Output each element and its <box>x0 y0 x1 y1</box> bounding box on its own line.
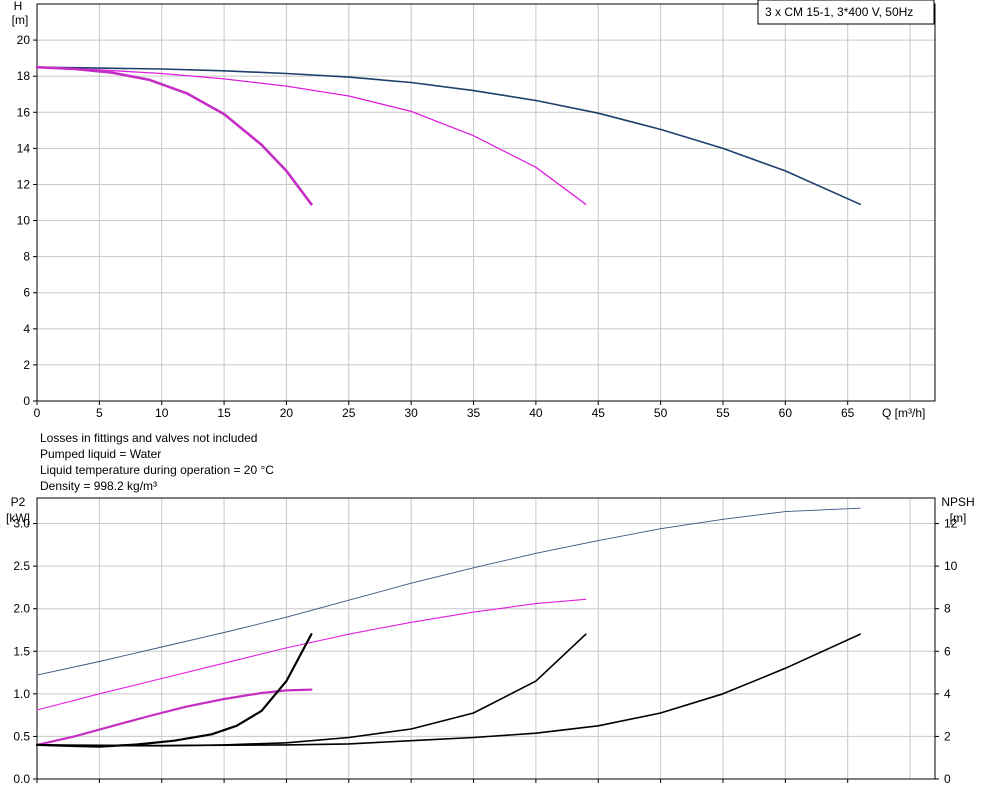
y2-tick-label: 2 <box>944 729 951 743</box>
y-tick-label: 2.5 <box>13 559 30 573</box>
y2-tick-label: 8 <box>944 602 951 616</box>
y-tick-label: 1.5 <box>13 644 30 658</box>
legend-text: 3 x CM 15-1, 3*400 V, 50Hz <box>765 5 913 19</box>
y-tick-label: 4 <box>23 322 30 336</box>
x-tick-label: 0 <box>34 406 41 420</box>
y-axis-unit: [m] <box>12 13 29 27</box>
x-axis-label: Q [m³/h] <box>882 406 925 420</box>
x-tick-label: 55 <box>716 406 730 420</box>
y-tick-label: 20 <box>17 33 31 47</box>
y2-tick-label: 10 <box>944 559 958 573</box>
info-note-1: Losses in fittings and valves not includ… <box>40 431 257 445</box>
y2-axis-label: NPSH <box>941 495 974 509</box>
y2-tick-label: 0 <box>944 772 951 786</box>
y2-axis-unit: [m] <box>950 511 967 525</box>
pump-performance-chart: 0 5 10 15 20 25 30 35 40 45 50 55 60 65 0 2 4 6 8 10 12 14 16 1… <box>0 0 983 801</box>
x-tick-label: 40 <box>529 406 543 420</box>
top-plot-frame <box>36 3 936 402</box>
x-tick-label: 25 <box>342 406 356 420</box>
x-tick-label: 45 <box>592 406 606 420</box>
head-curve-2 <box>36 66 587 205</box>
x-tick-label: 10 <box>155 406 169 420</box>
y2-tick-label: 6 <box>944 644 951 658</box>
y-tick-label: 2.0 <box>13 602 30 616</box>
y-axis-unit: [kW] <box>6 511 30 525</box>
info-note-3: Liquid temperature during operation = 20… <box>40 463 274 477</box>
x-tick-label: 35 <box>467 406 481 420</box>
y-axis-label: P2 <box>11 495 26 509</box>
y-tick-label: 18 <box>17 69 31 83</box>
x-tick-label: 60 <box>779 406 793 420</box>
y-tick-label: 2 <box>23 358 30 372</box>
x-tick-label: 65 <box>841 406 855 420</box>
x-tick-label: 5 <box>96 406 103 420</box>
chart-canvas: 0 5 10 15 20 25 30 35 40 45 50 55 60 6502468101214161… <box>6 0 975 786</box>
y-tick-label: 8 <box>23 250 30 264</box>
y-tick-label: 14 <box>17 141 31 155</box>
x-tick-label: 20 <box>280 406 294 420</box>
head-curve-1 <box>36 66 861 206</box>
head-curve-3 <box>35 65 313 206</box>
y-tick-label: 16 <box>17 105 31 119</box>
y-tick-label: 0.0 <box>13 772 30 786</box>
info-note-4: Density = 998.2 kg/m³ <box>40 479 157 493</box>
y-tick-label: 10 <box>17 214 31 228</box>
x-tick-label: 50 <box>654 406 668 420</box>
power-curve-1 <box>36 507 861 676</box>
x-tick-label: 30 <box>404 406 418 420</box>
x-tick-label: 15 <box>217 406 231 420</box>
y2-tick-label: 4 <box>944 687 951 701</box>
y-tick-label: 1.0 <box>13 687 30 701</box>
y-tick-label: 0 <box>23 394 30 408</box>
info-note-2: Pumped liquid = Water <box>40 447 161 461</box>
y-tick-label: 0.5 <box>13 729 30 743</box>
y-tick-label: 6 <box>23 286 30 300</box>
y-tick-label: 12 <box>17 177 31 191</box>
y-axis-label: H <box>14 0 23 13</box>
